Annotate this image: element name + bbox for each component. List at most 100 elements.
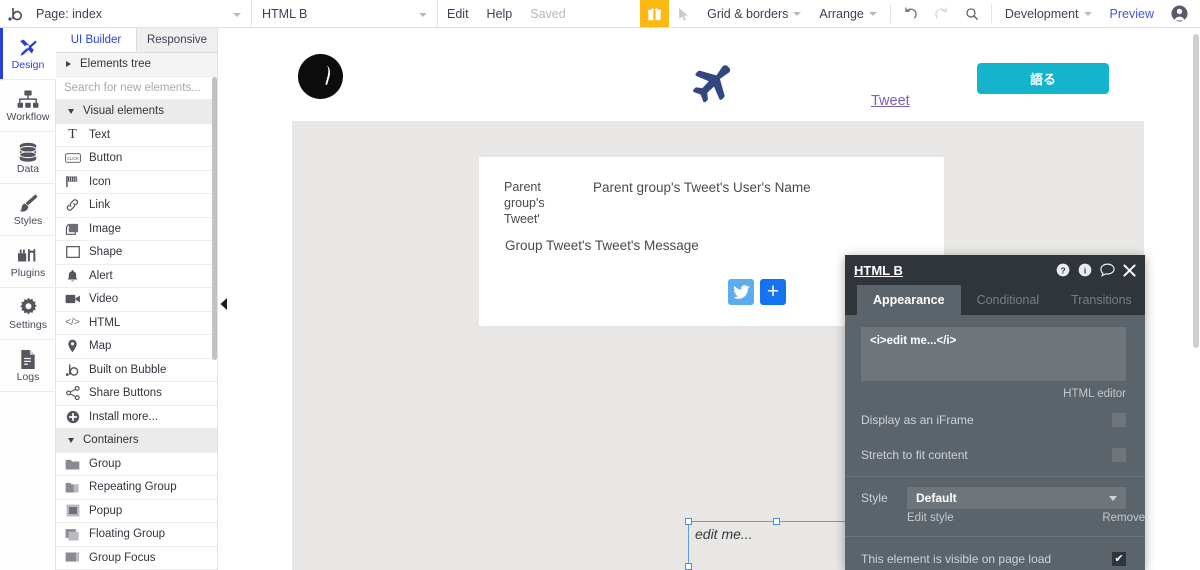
tab-responsive[interactable]: Responsive — [137, 28, 217, 52]
element-built-on-bubble[interactable]: Built on Bubble — [56, 358, 217, 382]
rail-item-workflow[interactable]: Workflow — [0, 80, 56, 132]
element-label: Text — [89, 128, 111, 141]
style-select[interactable]: Default — [907, 487, 1126, 509]
info-circle-icon[interactable]: i — [1078, 263, 1092, 277]
clock-avatar-icon[interactable] — [298, 54, 343, 99]
edit-style-link[interactable]: Edit style — [907, 512, 954, 524]
panel-scrollbar[interactable] — [212, 77, 217, 360]
plus-icon[interactable]: + — [760, 279, 786, 305]
page-selector[interactable]: Page: index — [26, 0, 252, 27]
element-share-buttons[interactable]: Share Buttons — [56, 382, 217, 406]
stretch-fit-checkbox[interactable] — [1112, 447, 1126, 462]
help-menu[interactable]: Help — [478, 0, 522, 27]
save-status: Saved — [530, 6, 566, 21]
image-icon — [64, 222, 81, 236]
display-iframe-row: Display as an iFrame — [861, 404, 1126, 435]
style-links: Edit style Remove style — [907, 512, 1145, 524]
element-repeating-group[interactable]: Repeating Group — [56, 476, 217, 500]
element-label: Image — [89, 222, 121, 235]
element-link[interactable]: Link — [56, 194, 217, 218]
speak-button[interactable]: 語る — [977, 63, 1109, 94]
section-label: Visual elements — [83, 105, 164, 118]
undo-icon[interactable] — [895, 0, 926, 27]
element-popup[interactable]: Popup — [56, 499, 217, 523]
element-label: Share Buttons — [89, 387, 162, 400]
search-input[interactable]: Search for new elements... — [56, 76, 217, 100]
avatar-line-1: Parent — [504, 180, 541, 194]
grid-borders-menu[interactable]: Grid & borders — [698, 0, 810, 27]
preview-button[interactable]: Preview — [1101, 0, 1163, 27]
remove-style-link[interactable]: Remove style — [1102, 512, 1145, 524]
tab-ui-builder[interactable]: UI Builder — [56, 28, 137, 52]
bubble-logo-icon[interactable] — [0, 0, 26, 27]
canvas-scrollbar[interactable] — [1193, 34, 1199, 348]
cursor-arrow-icon[interactable] — [669, 0, 698, 27]
element-button[interactable]: CLICK Button — [56, 147, 217, 171]
property-editor-tabs: Appearance Conditional Transitions — [845, 285, 1145, 315]
resize-handle-nw[interactable] — [685, 518, 692, 525]
plugins-icon — [17, 244, 39, 266]
comment-icon[interactable] — [1100, 263, 1115, 277]
close-icon[interactable] — [1123, 263, 1136, 277]
collapse-left-icon[interactable] — [219, 296, 229, 312]
tab-conditional[interactable]: Conditional — [961, 285, 1056, 315]
gift-icon[interactable] — [640, 0, 670, 27]
elements-tree-toggle[interactable]: Elements tree — [56, 53, 217, 77]
popup-icon — [64, 504, 81, 518]
search-icon[interactable] — [957, 0, 987, 27]
display-iframe-checkbox[interactable] — [1112, 412, 1126, 427]
folder-icon — [64, 457, 81, 471]
rail-item-design[interactable]: Design — [0, 28, 56, 80]
element-label: Button — [89, 152, 123, 165]
version-selector[interactable]: Development — [996, 0, 1101, 27]
tab-transitions[interactable]: Transitions — [1055, 285, 1145, 315]
user-avatar-icon[interactable] — [1163, 0, 1200, 27]
twitter-bird-icon[interactable] — [728, 279, 754, 305]
element-alert[interactable]: Alert — [56, 264, 217, 288]
resize-handle-n[interactable] — [772, 518, 780, 525]
style-select-value: Default — [916, 491, 957, 505]
property-editor[interactable]: HTML B ? i Appearance Conditional Transi… — [845, 255, 1145, 570]
element-group-focus[interactable]: Group Focus — [56, 546, 217, 570]
database-icon — [18, 140, 38, 162]
html-code-input[interactable] — [861, 327, 1126, 381]
element-video[interactable]: Video — [56, 288, 217, 312]
primary-nav-rail: Design Workflow Data Styles Plugins Sett… — [0, 28, 56, 570]
airplane-icon[interactable] — [685, 60, 733, 108]
element-selector[interactable]: HTML B — [252, 0, 438, 27]
video-camera-icon — [64, 292, 81, 306]
arrange-menu[interactable]: Arrange — [810, 0, 885, 27]
element-map[interactable]: Map — [56, 335, 217, 359]
rail-item-plugins[interactable]: Plugins — [0, 236, 56, 288]
tweet-link[interactable]: Tweet — [871, 93, 910, 109]
elements-panel: UI Builder Responsive Elements tree Sear… — [56, 28, 218, 570]
property-editor-body: HTML editor Display as an iFrame Stretch… — [845, 315, 1145, 570]
help-circle-icon[interactable]: ? — [1056, 263, 1070, 277]
element-text[interactable]: T Text — [56, 123, 217, 147]
rail-item-logs[interactable]: Logs — [0, 340, 56, 392]
element-install-more[interactable]: Install more... — [56, 405, 217, 429]
tab-appearance[interactable]: Appearance — [857, 285, 961, 315]
element-group[interactable]: Group — [56, 452, 217, 476]
visible-on-load-checkbox[interactable]: ✔ — [1112, 551, 1126, 566]
element-icon[interactable]: Icon — [56, 170, 217, 194]
html-editor-link[interactable]: HTML editor — [861, 388, 1126, 400]
redo-icon[interactable] — [926, 0, 957, 27]
rail-item-settings[interactable]: Settings — [0, 288, 56, 340]
resize-handle-w[interactable] — [685, 563, 692, 570]
element-image[interactable]: Image — [56, 217, 217, 241]
element-floating-group[interactable]: Floating Group — [56, 523, 217, 547]
section-containers[interactable]: Containers — [56, 429, 217, 453]
property-editor-title[interactable]: HTML B — [854, 263, 903, 278]
element-label: Popup — [89, 504, 123, 517]
element-html[interactable]: </> HTML — [56, 311, 217, 335]
rail-item-data[interactable]: Data — [0, 132, 56, 184]
section-visual-elements[interactable]: Visual elements — [56, 100, 217, 124]
element-label: Icon — [89, 175, 111, 188]
edit-menu[interactable]: Edit — [438, 0, 478, 27]
design-tools-icon — [17, 36, 39, 58]
html-element-selected[interactable]: edit me... — [685, 518, 868, 570]
rail-item-styles[interactable]: Styles — [0, 184, 56, 236]
element-shape[interactable]: Shape — [56, 241, 217, 265]
